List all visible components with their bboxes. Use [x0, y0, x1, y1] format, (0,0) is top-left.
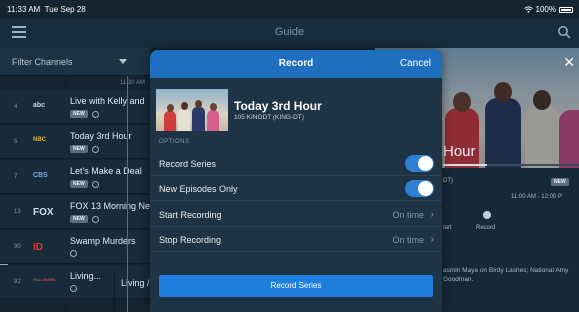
channel-logo: abc [33, 102, 46, 109]
program-title[interactable]: Live with Kelly and [70, 96, 145, 106]
search-icon[interactable] [557, 25, 571, 39]
stop-recording-option[interactable]: Stop Recording On time › [150, 227, 442, 252]
chevron-down-icon [119, 59, 127, 64]
status-bar: 11:33 AM Tue Sep 28 100% [0, 0, 579, 18]
channel-number: 13 [14, 209, 21, 215]
screen: 11:33 AM Tue Sep 28 100% Guide Filter Ch… [0, 0, 579, 312]
option-value: On time [392, 210, 424, 220]
close-icon[interactable]: ✕ [563, 54, 575, 71]
time-range: 11:00 AM - 12:00 P [511, 194, 562, 200]
option-label: New Episodes Only [159, 184, 238, 194]
start-recording-option[interactable]: Start Recording On time › [150, 202, 442, 227]
status-time: 11:33 AM Tue Sep 28 [7, 5, 86, 14]
app-header: Guide [0, 18, 579, 48]
show-title: Today 3rd Hour [234, 99, 322, 113]
record-modal: Record Cancel Today 3rd Hour 105 KINGDT … [150, 50, 442, 312]
modal-header: Record Cancel [150, 50, 442, 78]
cell-divider [114, 272, 115, 312]
record-icon [91, 180, 99, 188]
new-badge: NEW [70, 145, 88, 153]
program-description: asmin Maya on Birdy Lashes; National Amy… [443, 267, 569, 283]
program-title[interactable]: FOX 13 Morning Ne [70, 201, 150, 211]
new-episodes-option: New Episodes Only [150, 176, 442, 201]
channel-logo: CBS [33, 172, 48, 179]
cancel-button[interactable]: Cancel [400, 58, 431, 69]
new-badge: NEW [551, 178, 569, 186]
time-header: 11:30 AM [120, 80, 145, 86]
current-time-line [127, 76, 128, 312]
program-title[interactable]: Living... [70, 271, 101, 281]
edge-marker [0, 264, 8, 265]
channel-number: 7 [14, 174, 18, 180]
record-series-option: Record Series [150, 151, 442, 176]
filter-label: Filter Channels [12, 57, 73, 67]
channel-number: 5 [14, 139, 18, 145]
option-label: Stop Recording [159, 235, 222, 245]
chevron-right-icon: › [430, 209, 434, 220]
program-title: Hour [443, 143, 476, 160]
show-channel: 105 KINGDT (KING-DT) [234, 114, 304, 121]
record-icon [91, 215, 99, 223]
record-icon [70, 285, 77, 292]
record-label[interactable]: Record [476, 225, 495, 231]
new-badge: NEW [70, 215, 88, 223]
record-series-toggle[interactable] [405, 155, 434, 172]
chevron-right-icon: › [430, 234, 434, 245]
record-icon [91, 145, 99, 153]
modal-title: Record [278, 58, 314, 69]
progress-bar [443, 164, 579, 166]
channel-label: DT) [443, 178, 453, 184]
start-label[interactable]: tart [443, 225, 452, 231]
channel-logo: ID [33, 242, 43, 253]
program-title[interactable]: Living / [121, 278, 150, 288]
channel-number: 92 [14, 279, 21, 285]
channel-number: 90 [14, 244, 21, 250]
show-thumbnail [156, 89, 228, 131]
new-episodes-toggle[interactable] [405, 180, 434, 197]
wifi-icon [523, 6, 533, 13]
status-right: 100% [523, 5, 573, 14]
new-badge: NEW [70, 110, 88, 118]
channel-number: 4 [14, 104, 18, 110]
option-value: On time [392, 235, 424, 245]
channel-logo: NBC [33, 137, 46, 143]
channel-logo: HALLMARK [33, 277, 56, 282]
channel-logo: FOX [33, 207, 54, 218]
options-header: OPTIONS [159, 139, 190, 145]
option-label: Record Series [159, 159, 217, 169]
record-dot-icon[interactable] [483, 211, 491, 219]
record-icon [70, 250, 77, 257]
battery-icon [559, 6, 573, 13]
record-icon [91, 110, 99, 118]
page-title: Guide [274, 26, 305, 38]
program-title[interactable]: Let's Make a Deal [70, 166, 142, 176]
new-badge: NEW [70, 180, 88, 188]
option-label: Start Recording [159, 210, 222, 220]
program-title[interactable]: Swamp Murders [70, 236, 136, 246]
record-series-button[interactable]: Record Series [159, 275, 433, 297]
program-title[interactable]: Today 3rd Hour [70, 131, 132, 141]
battery-percent: 100% [535, 5, 556, 14]
filter-channels-dropdown[interactable]: Filter Channels [0, 48, 150, 76]
